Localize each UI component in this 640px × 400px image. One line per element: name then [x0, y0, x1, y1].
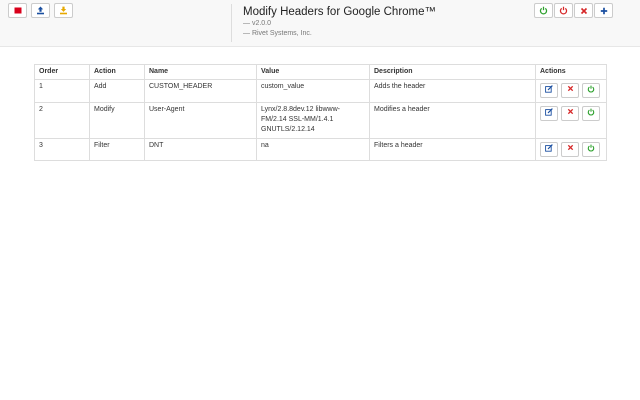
power-off-icon [559, 6, 568, 15]
col-order: Order [34, 64, 90, 80]
headers-table: Order Action Name Value Description Acti… [34, 64, 607, 161]
table-header-row: Order Action Name Value Description Acti… [34, 64, 607, 80]
toggle-icon [587, 108, 595, 120]
import-button[interactable] [54, 3, 73, 18]
delete-all-button[interactable] [574, 3, 593, 18]
stop-button[interactable] [8, 3, 27, 18]
enable-all-button[interactable] [534, 3, 553, 18]
col-value: Value [256, 64, 370, 80]
row-actions [535, 138, 607, 161]
toggle-button[interactable] [582, 106, 600, 121]
edit-button[interactable] [540, 83, 558, 98]
app-version: — v2.0.0 [243, 20, 272, 27]
row-actions [535, 102, 607, 139]
row-name: CUSTOM_HEADER [144, 79, 257, 103]
edit-button[interactable] [540, 106, 558, 121]
delete-button[interactable] [561, 142, 579, 157]
app-company: — Rivet Systems, Inc. [243, 30, 312, 37]
edit-icon [545, 143, 553, 156]
row-action: Modify [89, 102, 145, 139]
row-description: Filters a header [369, 138, 536, 161]
app-title: Modify Headers for Google Chrome™ [243, 6, 437, 18]
row-name: DNT [144, 138, 257, 161]
close-icon [580, 7, 588, 15]
delete-button[interactable] [561, 106, 579, 121]
add-header-button[interactable] [594, 3, 613, 18]
row-action: Add [89, 79, 145, 103]
delete-icon [567, 85, 574, 96]
col-actions: Actions [535, 64, 607, 80]
row-order: 1 [34, 79, 90, 103]
import-icon [59, 6, 68, 15]
row-actions [535, 79, 607, 103]
disable-all-button[interactable] [554, 3, 573, 18]
toolbar: Modify Headers for Google Chrome™ — v2.0… [0, 0, 640, 47]
edit-icon [545, 84, 553, 97]
header-divider [231, 4, 232, 42]
row-value: custom_value [256, 79, 370, 103]
row-description: Modifies a header [369, 102, 536, 139]
delete-button[interactable] [561, 83, 579, 98]
row-description: Adds the header [369, 79, 536, 103]
row-order: 3 [34, 138, 90, 161]
toggle-icon [587, 85, 595, 97]
plus-icon [600, 7, 608, 15]
row-action: Filter [89, 138, 145, 161]
toggle-button[interactable] [582, 142, 600, 157]
toggle-button[interactable] [582, 83, 600, 98]
delete-icon [567, 144, 574, 155]
row-name: User-Agent [144, 102, 257, 139]
delete-icon [567, 108, 574, 119]
table-row: 1 Add CUSTOM_HEADER custom_value Adds th… [34, 79, 607, 103]
toggle-icon [587, 144, 595, 156]
table-row: 2 Modify User-Agent Lynx/2.8.8dev.12 lib… [34, 102, 607, 139]
table-row: 3 Filter DNT na Filters a header [34, 138, 607, 161]
stop-icon [14, 7, 22, 14]
export-icon [36, 6, 45, 15]
power-on-icon [539, 6, 548, 15]
edit-button[interactable] [540, 142, 558, 157]
row-value: na [256, 138, 370, 161]
col-description: Description [369, 64, 536, 80]
export-button[interactable] [31, 3, 50, 18]
edit-icon [545, 107, 553, 120]
row-order: 2 [34, 102, 90, 139]
col-action: Action [89, 64, 145, 80]
row-value: Lynx/2.8.8dev.12 libwww-FM/2.14 SSL-MM/1… [256, 102, 370, 139]
col-name: Name [144, 64, 257, 80]
